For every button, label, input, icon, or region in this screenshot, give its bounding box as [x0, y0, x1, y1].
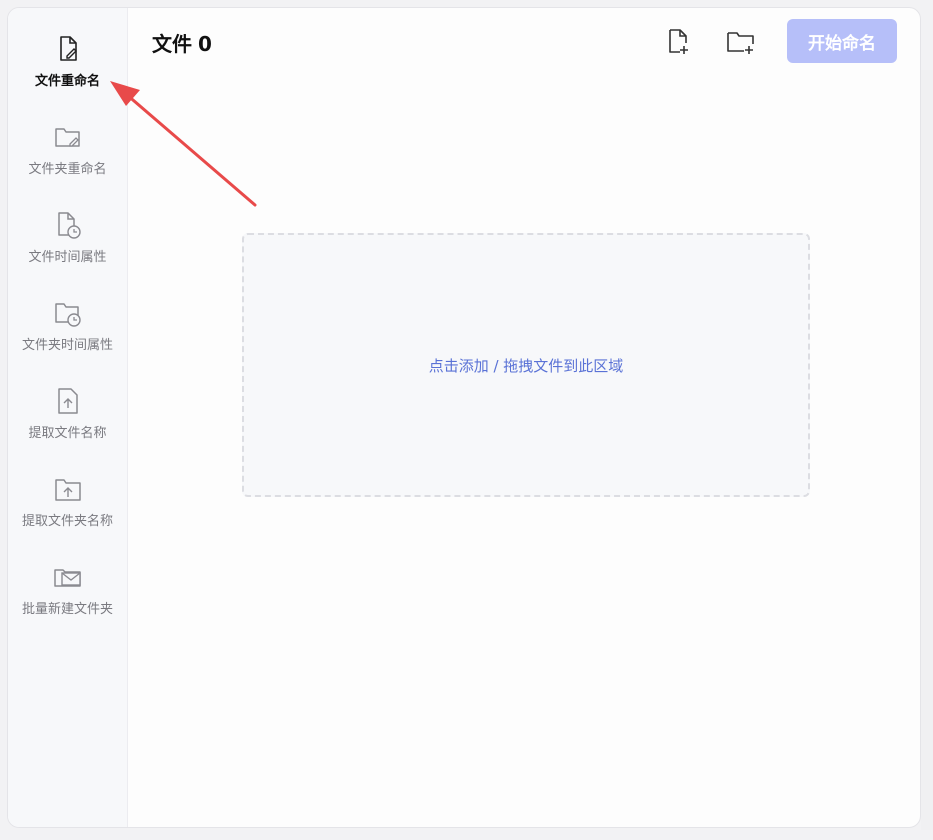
sidebar-item-label: 提取文件夹名称 [21, 514, 113, 529]
sidebar-item-extract-folder-names[interactable]: 提取文件夹名称 [8, 474, 127, 554]
sidebar-item-batch-create-folders[interactable]: 批量新建文件夹 [8, 562, 127, 642]
file-plus-icon [669, 29, 688, 54]
page-title: 文件 0 [152, 28, 218, 57]
file-clock-icon [57, 212, 81, 239]
sidebar-item-label: 文件时间属性 [28, 250, 107, 265]
folder-plus-icon [727, 32, 754, 54]
drop-zone-hint: 点击添加 / 拖拽文件到此区域 [428, 356, 624, 375]
sidebar-item-label: 批量新建文件夹 [21, 602, 113, 617]
sidebar-item-file-time[interactable]: 文件时间属性 [8, 210, 127, 290]
sidebar-item-label: 提取文件名称 [28, 426, 107, 441]
sidebar-item-folder-time[interactable]: 文件夹时间属性 [8, 298, 127, 378]
folder-clock-icon [54, 303, 81, 327]
background-window-edge [921, 70, 933, 830]
sidebar-item-extract-file-names[interactable]: 提取文件名称 [8, 386, 127, 466]
title-text: 文件 [152, 32, 192, 56]
file-upload-icon [57, 388, 78, 414]
folder-edit-icon [54, 128, 80, 147]
file-edit-icon [59, 36, 77, 61]
folder-upload-icon [54, 479, 81, 501]
folder-mail-icon [53, 569, 81, 587]
add-file-button[interactable] [662, 26, 694, 58]
app-window: 文件重命名 文件夹重命名 文件时间属性 文件夹时间属性 提取文件名称 提取文件夹… [7, 7, 921, 828]
main-panel: 文件 0 开始命名 点击添加 / 拖拽文件到此区域 [128, 8, 920, 827]
sidebar-item-label: 文件重命名 [34, 74, 100, 89]
sidebar-item-label: 文件夹时间属性 [21, 338, 113, 353]
sidebar: 文件重命名 文件夹重命名 文件时间属性 文件夹时间属性 提取文件名称 提取文件夹… [8, 8, 128, 827]
sidebar-item-folder-rename[interactable]: 文件夹重命名 [8, 122, 127, 202]
add-folder-button[interactable] [725, 26, 757, 58]
file-count: 0 [198, 32, 212, 56]
sidebar-item-file-rename[interactable]: 文件重命名 [8, 34, 127, 114]
sidebar-item-label: 文件夹重命名 [28, 162, 107, 177]
start-rename-button[interactable]: 开始命名 [787, 19, 897, 63]
file-drop-zone[interactable]: 点击添加 / 拖拽文件到此区域 [242, 233, 810, 497]
